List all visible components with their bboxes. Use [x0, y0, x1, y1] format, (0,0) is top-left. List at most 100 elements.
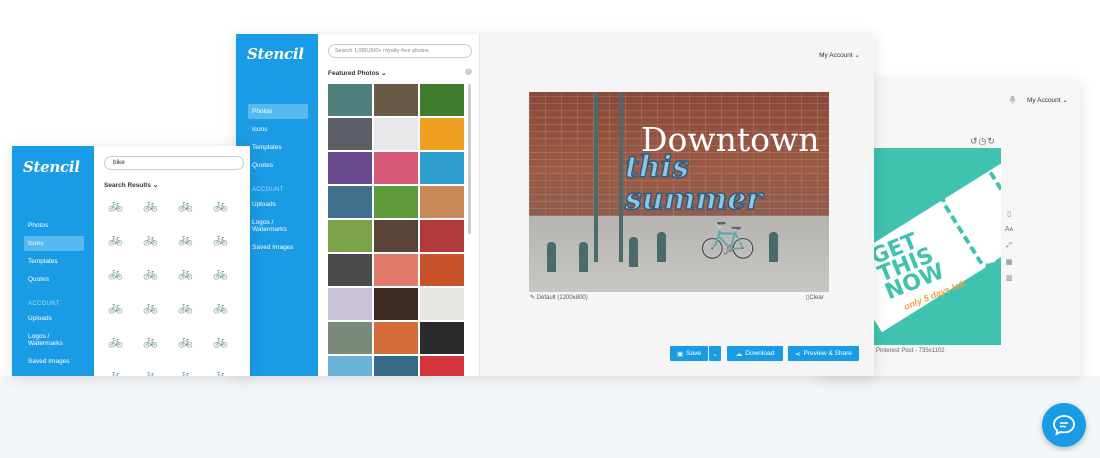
account-menu[interactable]: My Account ⌄ — [819, 51, 860, 59]
stencil-logo[interactable]: Stencil — [23, 158, 80, 176]
search-results-dropdown[interactable]: Search Results ⌄ — [104, 181, 158, 189]
sidebar-item-uploads[interactable]: Uploads — [248, 197, 308, 212]
bike-icon[interactable]: 🚲 — [178, 300, 213, 334]
bike-icon[interactable]: 🚲 — [213, 232, 248, 266]
photo-thumbnail[interactable] — [420, 288, 464, 320]
photo-thumbnail[interactable] — [420, 220, 464, 252]
photo-scrollbar[interactable] — [468, 84, 471, 234]
sidebar-item-logos[interactable]: Logos / Watermarks — [248, 215, 308, 237]
photo-thumbnail[interactable] — [374, 186, 418, 218]
account-menu[interactable]: My Account ⌄ — [1027, 96, 1068, 104]
photo-thumbnail[interactable] — [374, 118, 418, 150]
photo-thumbnail[interactable] — [328, 118, 372, 150]
bike-icon[interactable]: 🚲 — [178, 334, 213, 368]
photo-thumbnail[interactable] — [420, 84, 464, 116]
canvas-size-label[interactable]: ✎ Default (1200x800) — [530, 294, 588, 301]
sidebar-item-quotes[interactable]: Quotes — [24, 272, 84, 287]
editor-window-main: Stencil Photos Icons Templates Quotes AC… — [236, 34, 874, 376]
sidebar-section-account: ACCOUNT — [252, 187, 284, 193]
help-icon[interactable]: ? — [465, 68, 472, 75]
canvas-size-label: Pinterest Post - 735x1102 — [876, 348, 945, 354]
bike-icon[interactable]: 🚲 — [213, 334, 248, 368]
save-button[interactable]: ▣ Save — [670, 346, 708, 361]
photo-thumbnail[interactable] — [374, 220, 418, 252]
bike-icon[interactable]: 🚲 — [213, 300, 248, 334]
photo-thumbnail[interactable] — [328, 186, 372, 218]
photo-thumbnail[interactable] — [374, 254, 418, 286]
sidebar-item-photos[interactable]: Photos — [248, 104, 308, 119]
preview-share-button[interactable]: ⋖ Preview & Share — [788, 346, 859, 361]
sidebar-item-logos[interactable]: Logos / Watermarks — [24, 329, 84, 351]
photo-thumbnail[interactable] — [420, 254, 464, 286]
photo-thumbnail[interactable] — [374, 322, 418, 354]
sidebar-item-saved[interactable]: Saved Images — [248, 240, 308, 255]
design-canvas-pinterest[interactable]: GET THIS NOW only 5 days left — [874, 148, 1001, 345]
text-size-icon[interactable]: Aᴀ — [1004, 226, 1014, 242]
undo-icon[interactable]: ↺ — [970, 136, 979, 146]
icon-search-input[interactable]: bike — [104, 156, 244, 170]
photo-thumbnail[interactable] — [328, 288, 372, 320]
photo-thumbnail[interactable] — [420, 356, 464, 376]
bike-icon[interactable]: 🚲 — [143, 266, 178, 300]
photo-thumbnail[interactable] — [328, 322, 372, 354]
bike-icon[interactable]: 🚲 — [108, 334, 143, 368]
clear-canvas-button[interactable]: ▯Clear — [806, 294, 824, 301]
sidebar-item-photos[interactable]: Photos — [24, 218, 84, 233]
bike-icon[interactable]: 🚲 — [108, 266, 143, 300]
bike-icon[interactable]: 🚲 — [143, 232, 178, 266]
photo-thumbnail[interactable] — [328, 220, 372, 252]
lamp-post — [594, 92, 598, 262]
sidebar: Stencil Photos Icons Templates Quotes AC… — [12, 146, 94, 376]
photo-thumbnail[interactable] — [374, 84, 418, 116]
bike-icon[interactable]: 🚲 — [213, 198, 248, 232]
photo-thumbnail[interactable] — [420, 118, 464, 150]
sidebar-item-quotes[interactable]: Quotes — [248, 158, 308, 173]
design-canvas[interactable]: 🚲 Downtown this summer — [529, 92, 829, 292]
sidebar-item-icons[interactable]: Icons — [248, 122, 308, 137]
photo-thumbnail[interactable] — [374, 152, 418, 184]
bike-icon[interactable]: 🚲 — [108, 232, 143, 266]
bike-icon[interactable]: 🚲 — [178, 198, 213, 232]
bike-icon[interactable]: 🚲 — [108, 198, 143, 232]
photo-thumbnail[interactable] — [420, 186, 464, 218]
download-button[interactable]: ☁ Download — [727, 346, 783, 361]
bike-icon[interactable]: 🚲 — [143, 300, 178, 334]
sidebar-item-icons[interactable]: Icons — [24, 236, 84, 251]
stencil-logo[interactable]: Stencil — [247, 45, 304, 63]
photo-thumbnail[interactable] — [328, 84, 372, 116]
chevron-down-icon: ⌄ — [712, 350, 718, 358]
resize-icon[interactable]: ⤢ — [1004, 242, 1014, 258]
sidebar-item-templates[interactable]: Templates — [248, 140, 308, 155]
photo-thumbnail[interactable] — [420, 152, 464, 184]
bike-icon[interactable]: 🚲 — [178, 266, 213, 300]
bike-icon[interactable]: 🚲 — [143, 334, 178, 368]
grid-icon[interactable]: ▦ — [1004, 258, 1014, 274]
save-options-button[interactable]: ⌄ — [709, 346, 721, 361]
photo-thumbnail[interactable] — [328, 152, 372, 184]
bike-icon[interactable]: 🚲 — [178, 232, 213, 266]
bike-icon[interactable]: 🚲 — [178, 368, 213, 376]
chat-button[interactable] — [1042, 403, 1086, 447]
bike-icon[interactable]: 🚲 — [108, 300, 143, 334]
canvas-toolbar: ▯ Aᴀ ⤢ ▦ ▥ — [1004, 210, 1014, 290]
photo-thumbnail[interactable] — [328, 254, 372, 286]
photo-search-input[interactable]: Search 1,080,000+ royalty-free photos — [328, 44, 472, 58]
bike-icon[interactable]: 🚲 — [213, 368, 248, 376]
redo-icon[interactable]: ↻ — [987, 136, 996, 146]
sidebar-item-uploads[interactable]: Uploads — [24, 311, 84, 326]
bollard — [629, 237, 638, 267]
bike-icon[interactable]: 🚲 — [213, 266, 248, 300]
bike-icon[interactable]: 🚲 — [143, 368, 178, 376]
sidebar-item-templates[interactable]: Templates — [24, 254, 84, 269]
featured-photos-dropdown[interactable]: Featured Photos ⌄ — [328, 69, 387, 77]
trash-icon[interactable]: ▥ — [1004, 274, 1014, 290]
bike-icon[interactable]: 🚲 — [143, 198, 178, 232]
photo-thumbnail[interactable] — [328, 356, 372, 376]
bike-icon[interactable]: 🚲 — [108, 368, 143, 376]
bell-icon[interactable] — [1008, 95, 1017, 104]
photo-thumbnail[interactable] — [374, 356, 418, 376]
photo-thumbnail[interactable] — [420, 322, 464, 354]
photo-thumbnail[interactable] — [374, 288, 418, 320]
file-icon[interactable]: ▯ — [1004, 210, 1014, 226]
sidebar-item-saved[interactable]: Saved Images — [24, 354, 84, 369]
